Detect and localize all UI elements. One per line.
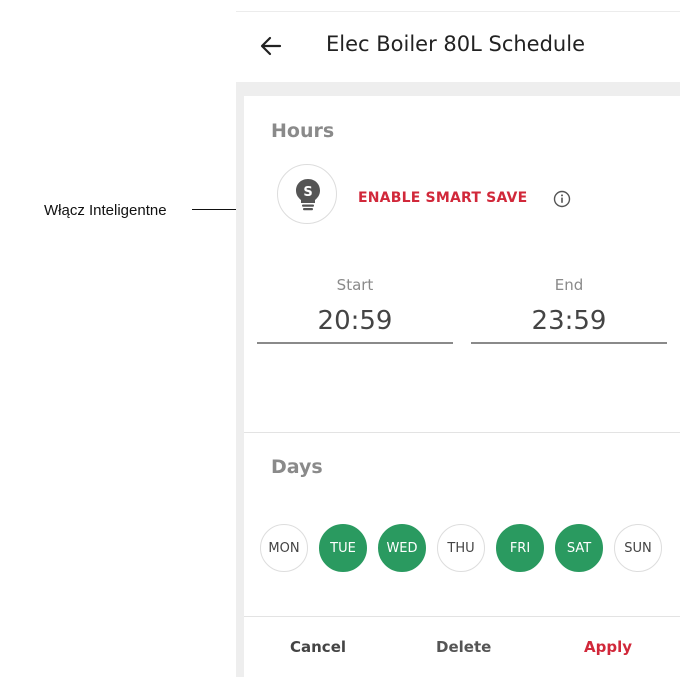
day-toggle-sat[interactable]: SAT xyxy=(555,524,603,572)
app-header: Elec Boiler 80L Schedule xyxy=(236,12,680,82)
callout-label: Włącz Inteligentne xyxy=(44,202,167,219)
actions-divider xyxy=(244,616,680,617)
svg-text:S: S xyxy=(303,185,312,200)
days-selector: MON TUE WED THU FRI SAT SUN xyxy=(260,524,680,572)
day-toggle-mon[interactable]: MON xyxy=(260,524,308,572)
start-time-label: Start xyxy=(336,276,374,294)
hours-section-title: Hours xyxy=(271,120,335,142)
status-strip xyxy=(236,0,680,12)
smart-save-button[interactable]: S xyxy=(277,164,337,224)
enable-smart-save-link[interactable]: ENABLE SMART SAVE xyxy=(358,190,527,206)
delete-button[interactable]: Delete xyxy=(436,638,491,656)
lightbulb-s-icon: S xyxy=(296,179,320,211)
day-toggle-fri[interactable]: FRI xyxy=(496,524,544,572)
info-circle-icon[interactable] xyxy=(553,190,571,208)
apply-button[interactable]: Apply xyxy=(584,638,632,656)
arrow-left-icon[interactable] xyxy=(258,33,284,59)
end-time-field[interactable]: 23:59 xyxy=(471,306,667,344)
end-time-label: End xyxy=(554,276,584,294)
day-toggle-tue[interactable]: TUE xyxy=(319,524,367,572)
page-title: Elec Boiler 80L Schedule xyxy=(326,32,585,56)
days-section-title: Days xyxy=(271,456,323,478)
day-toggle-wed[interactable]: WED xyxy=(378,524,426,572)
start-time-field[interactable]: 20:59 xyxy=(257,306,453,344)
day-toggle-sun[interactable]: SUN xyxy=(614,524,662,572)
start-time-group: Start 20:59 xyxy=(257,276,453,344)
day-toggle-thu[interactable]: THU xyxy=(437,524,485,572)
schedule-card: Hours S ENABLE SMART SAVE Start 20:59 En… xyxy=(244,96,680,677)
end-time-group: End 23:59 xyxy=(471,276,667,344)
section-divider xyxy=(244,432,680,433)
phone-screen: Elec Boiler 80L Schedule Hours S ENABLE … xyxy=(236,0,680,677)
cancel-button[interactable]: Cancel xyxy=(290,638,346,656)
